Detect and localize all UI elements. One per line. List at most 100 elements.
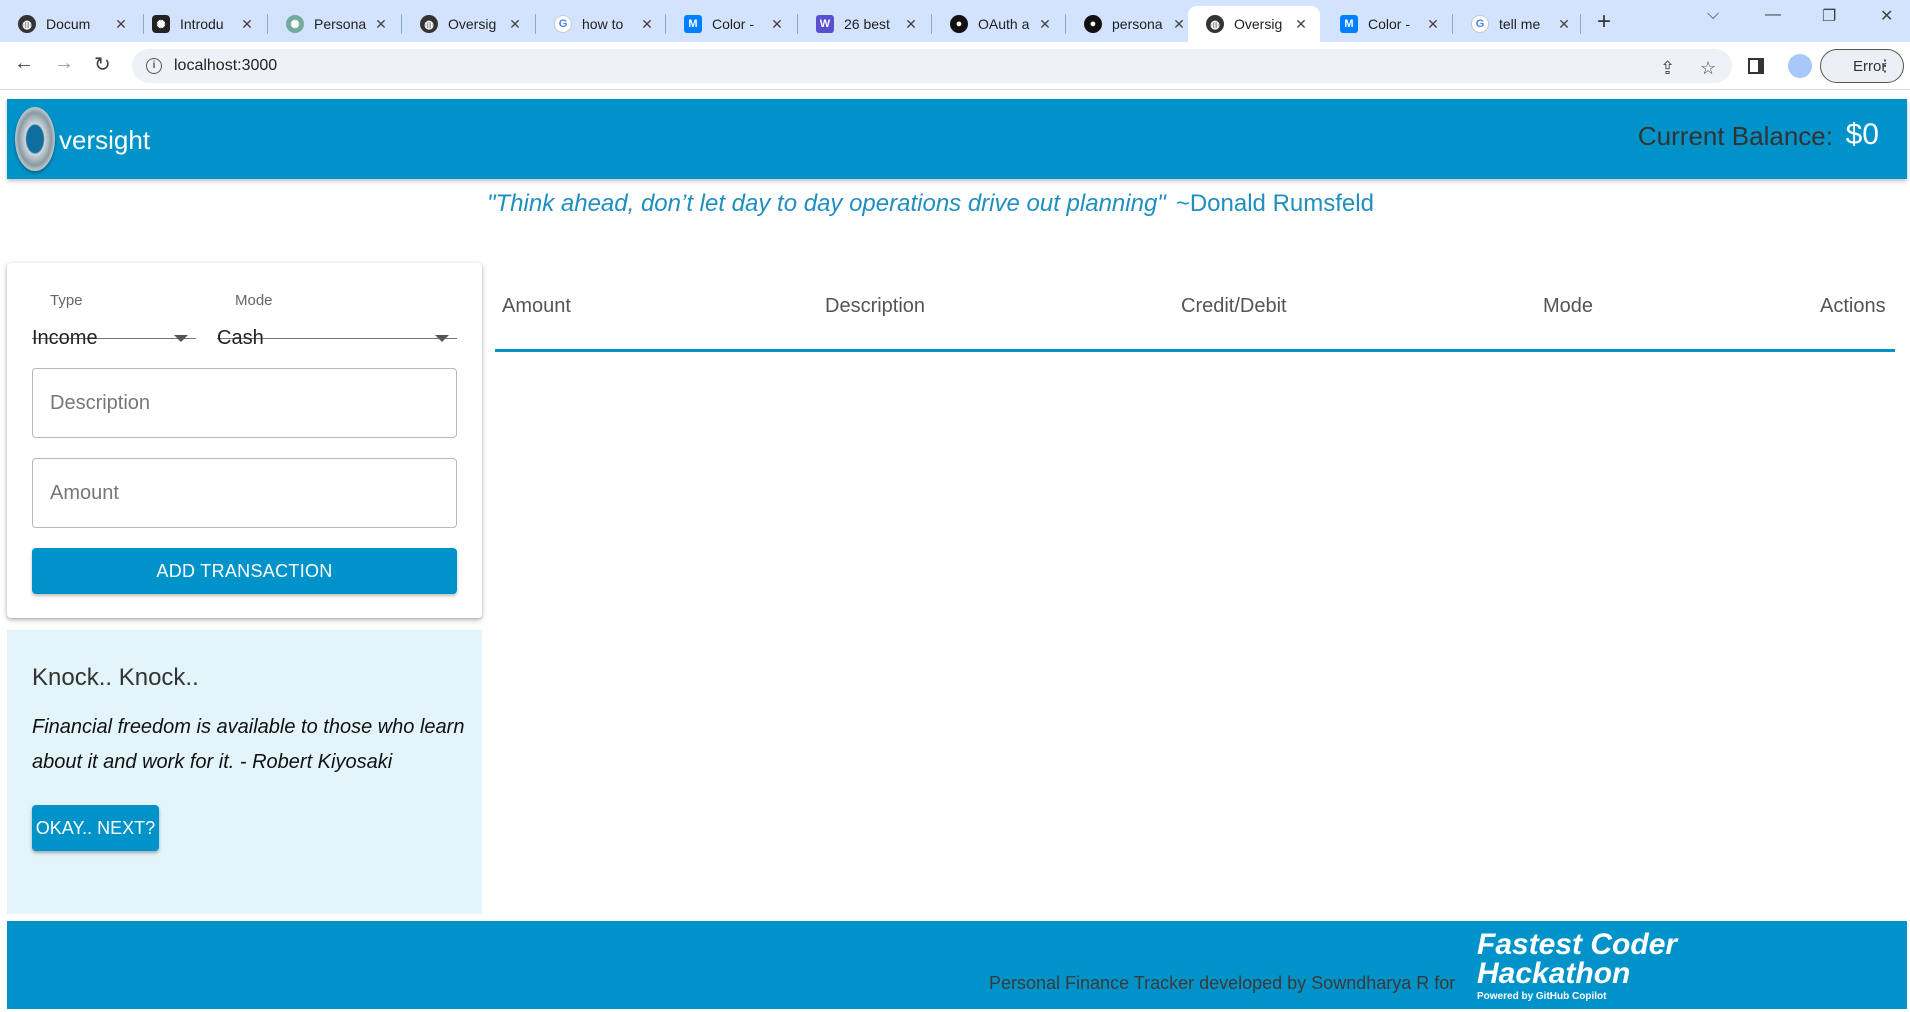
tab-title: Persona	[314, 16, 367, 32]
hackathon-powered: Powered by GitHub Copilot	[1477, 991, 1607, 1002]
url-text[interactable]: localhost:3000	[174, 57, 277, 75]
tab-title: Oversig	[1234, 16, 1283, 32]
tab-title: how to	[582, 16, 624, 32]
new-tab-button[interactable]: +	[1597, 8, 1611, 36]
transactions-table-header: Amount Description Credit/Debit Mode Act…	[495, 280, 1895, 352]
close-icon[interactable]: ✕	[1292, 16, 1310, 33]
close-icon[interactable]: ✕	[238, 16, 256, 33]
quote-author: ~Donald Rumsfeld	[1175, 190, 1374, 217]
chevron-down-icon[interactable]	[174, 335, 188, 342]
tab-title: Introdu	[180, 16, 224, 32]
column-header-credit-debit: Credit/Debit	[1181, 295, 1287, 317]
tab-search-icon[interactable]: ⌵	[1707, 6, 1719, 24]
tab-title: Docum	[46, 16, 91, 32]
quote-text: "Think ahead, don’t let day to day opera…	[487, 190, 1166, 217]
close-icon[interactable]: ✕	[372, 16, 390, 33]
minimize-icon[interactable]: —	[1765, 6, 1781, 24]
browser-tab[interactable]: W 26 best ✕	[798, 6, 930, 42]
more-menu-icon[interactable]: ⋮	[1877, 56, 1893, 76]
google-icon: G	[554, 15, 572, 33]
tab-title: OAuth a	[978, 16, 1030, 32]
hackathon-line2: Hackathon	[1477, 957, 1631, 990]
browser-tab[interactable]: ✺ Persona ✕	[268, 6, 400, 42]
google-icon: G	[1471, 15, 1489, 33]
knock-card: Knock.. Knock.. Financial freedom is ava…	[7, 630, 482, 914]
profile-error-button[interactable]: Error ⋮	[1820, 49, 1904, 83]
app-header: versight Current Balance: $0	[7, 99, 1907, 179]
column-header-description: Description	[825, 295, 926, 317]
tab-separator	[1580, 14, 1581, 34]
openai-icon: ✺	[152, 15, 170, 33]
browser-tab[interactable]: ◍ Docum ✕	[0, 6, 140, 42]
close-icon[interactable]: ✕	[768, 16, 786, 33]
browser-tab[interactable]: G tell me ✕	[1453, 6, 1583, 42]
description-input[interactable]	[33, 369, 456, 437]
mode-label: Mode	[235, 292, 273, 309]
logo-icon	[15, 107, 55, 171]
browser-tab[interactable]: ◍ Oversig ✕	[402, 6, 534, 42]
mui-icon: M	[1340, 15, 1358, 33]
github-icon: ●	[1084, 15, 1102, 33]
globe-icon: ◍	[18, 15, 36, 33]
browser-tab[interactable]: ● OAuth a ✕	[932, 6, 1064, 42]
column-header-actions: Actions	[1820, 295, 1886, 317]
maximize-icon[interactable]: ❐	[1822, 6, 1836, 26]
column-header-amount: Amount	[502, 295, 571, 317]
balance-label: Current Balance:	[1637, 121, 1833, 151]
tab-title: persona	[1112, 16, 1163, 32]
type-select[interactable]: Type Income	[32, 275, 196, 349]
hackathon-line1: Fastest Coder	[1477, 928, 1678, 961]
chatgpt-icon: ✺	[286, 15, 304, 33]
share-icon[interactable]: ⇪	[1660, 58, 1675, 79]
balance-value: $0	[1845, 118, 1879, 151]
browser-tab[interactable]: G how to ✕	[536, 6, 666, 42]
knock-quote: Financial freedom is available to those …	[32, 716, 465, 773]
add-transaction-button[interactable]: ADD TRANSACTION	[32, 548, 457, 594]
back-icon[interactable]: ←	[14, 52, 34, 75]
amount-field[interactable]	[32, 458, 457, 528]
close-icon[interactable]: ✕	[112, 16, 130, 33]
bookmark-star-icon[interactable]: ☆	[1700, 58, 1716, 79]
description-field[interactable]	[32, 368, 457, 438]
mode-select[interactable]: Mode Cash	[217, 275, 457, 349]
forward-icon[interactable]: →	[54, 52, 74, 75]
knock-title: Knock.. Knock..	[32, 664, 199, 691]
transaction-form: Type Income Mode Cash ADD TRANSACTION	[7, 263, 482, 618]
close-icon[interactable]: ✕	[1424, 16, 1442, 33]
browser-tab[interactable]: M Color - ✕	[1322, 6, 1452, 42]
column-header-mode: Mode	[1543, 295, 1594, 317]
hackathon-logo: Fastest Coder Hackathon Powered by GitHu…	[1477, 928, 1678, 1003]
logo-text: versight	[59, 125, 151, 155]
close-icon[interactable]: ✕	[1036, 16, 1054, 33]
browser-tab[interactable]: M Color - ✕	[666, 6, 796, 42]
profile-avatar-icon[interactable]	[1788, 54, 1812, 78]
mui-icon: M	[684, 15, 702, 33]
browser-tab[interactable]: ✺ Introdu ✕	[134, 6, 266, 42]
tab-title: Oversig	[448, 16, 497, 32]
amount-input[interactable]	[33, 459, 456, 527]
site-info-icon[interactable]: i	[146, 58, 162, 74]
type-label: Type	[50, 292, 83, 309]
next-quote-button[interactable]: OKAY.. NEXT?	[32, 805, 159, 851]
close-icon[interactable]: ✕	[1555, 16, 1573, 33]
address-bar[interactable]: i localhost:3000 ⇪ ☆	[132, 49, 1732, 83]
close-icon[interactable]: ✕	[506, 16, 524, 33]
browser-tab[interactable]: ● persona ✕	[1066, 6, 1198, 42]
mode-value[interactable]: Cash	[217, 327, 264, 350]
close-icon[interactable]: ✕	[638, 16, 656, 33]
globe-icon: ◍	[420, 15, 438, 33]
close-icon[interactable]: ✕	[1170, 16, 1188, 33]
side-panel-icon[interactable]	[1748, 58, 1764, 74]
window-close-icon[interactable]: ✕	[1880, 6, 1893, 26]
chevron-down-icon[interactable]	[435, 335, 449, 342]
header-quote: "Think ahead, don’t let day to day opera…	[487, 190, 1374, 218]
reload-icon[interactable]: ↻	[94, 52, 111, 77]
close-icon[interactable]: ✕	[902, 16, 920, 33]
type-value[interactable]: Income	[32, 327, 98, 350]
tab-title: Color -	[712, 16, 755, 32]
footer-credit: Personal Finance Tracker developed by So…	[989, 973, 1456, 993]
browser-tab-active[interactable]: ◍ Oversig ✕	[1188, 6, 1320, 42]
browser-toolbar: ← → ↻ i localhost:3000 ⇪ ☆ Error ⋮	[0, 42, 1910, 90]
browser-tabstrip: ◍ Docum ✕ ✺ Introdu ✕ ✺ Persona ✕ ◍ Over…	[0, 0, 1910, 42]
tab-title: Color -	[1368, 16, 1411, 32]
